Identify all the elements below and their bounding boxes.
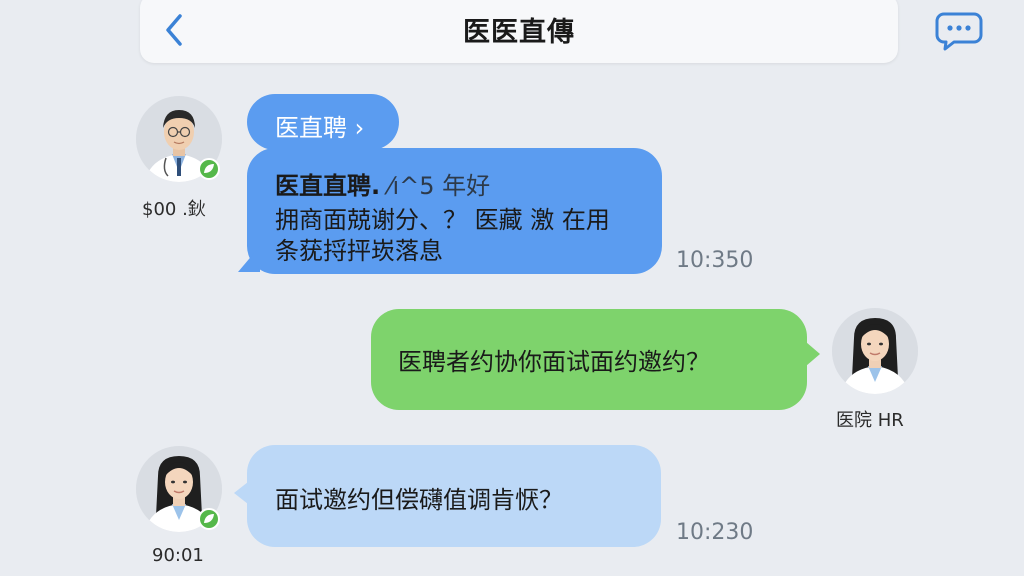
message-timestamp: 10:230 (676, 520, 754, 545)
message-text: 医聘者约协你面试面约邀约？ (398, 348, 710, 376)
company-link-label: 医直聘 › (275, 114, 365, 142)
sender-name: 90:01 (152, 545, 204, 566)
bubble-tail (234, 482, 248, 504)
female-doctor-avatar-icon (832, 308, 918, 394)
message-text: 面试邀约但偿礴值调肯恹？ (275, 486, 563, 514)
avatar[interactable] (136, 446, 222, 532)
message-timestamp: 10:350 (676, 248, 754, 273)
chat-bubble-icon (935, 12, 983, 51)
leaf-badge-icon (204, 164, 214, 173)
message-text-bold: 医直直聘. (275, 172, 381, 200)
sender-name: 医院 HR (836, 410, 904, 431)
message-line: 医直直聘. ⁄ı^5 年好 (275, 166, 490, 201)
message-line: 条莸捋抨崁落息 (275, 237, 443, 265)
message-text: ⁄ı^5 年好 (388, 172, 491, 200)
bubble-tail (238, 246, 260, 272)
verified-badge (198, 158, 220, 180)
avatar[interactable] (136, 96, 222, 182)
page-title: 医医直傳 (463, 17, 575, 48)
verified-badge (198, 508, 220, 530)
sender-name: $00 .鈥 (142, 199, 206, 220)
chat-button[interactable] (934, 8, 984, 52)
message-line: 拥商面兢谢分、？ 医藏 激 在用 (275, 206, 610, 234)
bubble-tail (806, 342, 820, 366)
leaf-badge-icon (204, 514, 214, 523)
chat-header: 医医直傳 (140, 0, 898, 63)
avatar[interactable] (832, 308, 918, 394)
company-link-button[interactable]: 医直聘 › (247, 94, 399, 150)
